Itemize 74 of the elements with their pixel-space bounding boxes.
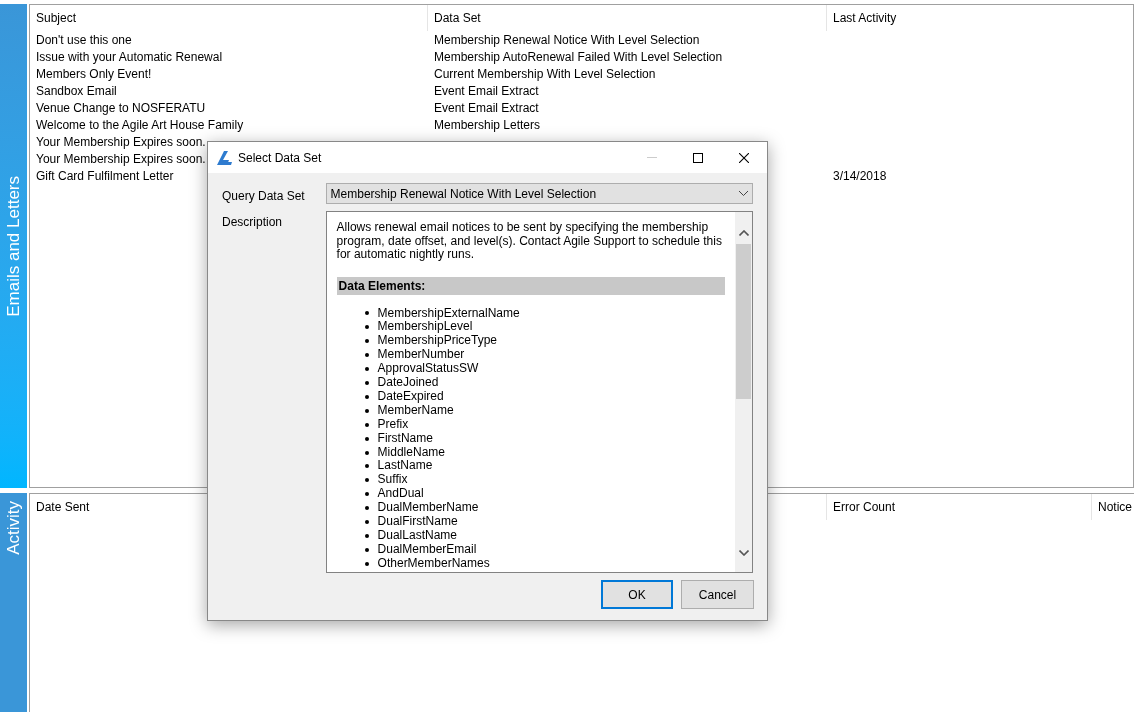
bullet-icon <box>364 436 369 441</box>
bullet-icon <box>364 339 369 344</box>
list-item-text: AndDual <box>377 487 424 502</box>
table-cell: Don't use this one <box>36 32 132 47</box>
bullet-icon <box>364 478 369 483</box>
close-icon[interactable] <box>739 152 749 163</box>
list-item-text: Suffix <box>377 473 408 488</box>
list-item-text: MembershipPriceType <box>377 334 497 349</box>
table-cell: Membership Letters <box>434 117 541 132</box>
table-cell: Welcome to the Agile Art House Family <box>36 117 244 132</box>
section-heading: Data Elements: <box>336 276 725 295</box>
bullet-icon <box>364 422 369 427</box>
bullet-icon <box>364 464 369 469</box>
table-cell: 3/14/2018 <box>833 168 887 183</box>
field-label: Description <box>222 214 284 231</box>
bullet-icon <box>364 533 369 538</box>
table-cell: Event Email Extract <box>434 83 539 98</box>
table-cell: Venue Change to NOSFERATU <box>36 100 206 115</box>
list-item-text: LastName <box>377 459 433 474</box>
table-cell: Membership Renewal Notice With Level Selection <box>434 32 700 47</box>
list-item-text: DualMemberName <box>377 501 479 516</box>
dialog-button[interactable]: OK <box>601 580 673 609</box>
column-header[interactable]: Data Set <box>428 5 827 31</box>
list-item-text: MiddleName <box>377 445 445 460</box>
list-item-text: DateJoined <box>377 376 439 390</box>
dialog-button[interactable]: Cancel <box>681 580 754 609</box>
bullet-icon <box>364 325 369 330</box>
table-cell: Gift Card Fulfilment Letter <box>36 168 174 183</box>
list-item-text: Prefix <box>377 417 409 432</box>
list-item-text: MemberName <box>377 403 454 418</box>
list-item-text: MembershipExternalName <box>377 306 520 321</box>
app-logo-icon <box>217 150 232 165</box>
bullet-icon <box>364 367 369 372</box>
table-cell: Your Membership Expires soon. <box>36 151 206 166</box>
bullet-icon <box>364 353 369 358</box>
list-item-text: MembershipLevel <box>377 320 473 335</box>
column-header[interactable]: Last Activity <box>827 5 1133 31</box>
table-cell: Your Membership Expires soon. <box>36 134 206 149</box>
table-cell: Sandbox Email <box>36 83 117 98</box>
column-header[interactable]: Notice <box>1092 494 1134 520</box>
list-item-text: ApprovalStatusSW <box>377 362 479 377</box>
description-text: Allows renewal email notices to be sent by specifying the membership program, date offset, and level(s). Contact Agile Support to schedule this for automatic nightly runs. <box>336 221 723 262</box>
bullet-icon <box>364 394 369 399</box>
list-item-text: DualFirstName <box>377 515 458 529</box>
table-cell: Issue with your Automatic Renewal <box>36 49 223 64</box>
bullet-icon <box>364 506 369 511</box>
list-item-text: DualMemberEmail <box>377 542 477 557</box>
table-cell: Membership AutoRenewal Failed With Level Selection <box>434 49 723 64</box>
scroll-down-icon[interactable] <box>738 550 749 556</box>
table-cell: Event Email Extract <box>434 100 539 115</box>
column-header[interactable]: Error Count <box>827 494 1092 520</box>
bullet-icon <box>364 547 369 552</box>
chevron-down-icon <box>739 191 748 196</box>
bullet-icon <box>364 450 369 455</box>
dataset-dropdown[interactable]: Membership Renewal Notice With Level Selection <box>325 183 753 204</box>
bullet-icon <box>364 408 369 413</box>
bullet-icon <box>364 561 369 566</box>
scrollbar[interactable] <box>735 212 752 572</box>
column-header[interactable]: Subject <box>30 5 428 31</box>
bullet-icon <box>364 520 369 525</box>
bullet-icon <box>364 311 369 316</box>
list-item-text: OtherMemberNames <box>377 556 490 571</box>
list-item-text: MemberNumber <box>377 348 465 363</box>
table-cell: Current Membership With Level Selection <box>434 66 656 81</box>
scroll-up-icon[interactable] <box>738 230 749 236</box>
bullet-icon <box>364 381 369 385</box>
field-label: Query Data Set <box>222 188 306 205</box>
bullet-icon <box>364 492 369 497</box>
list-item-text: DateExpired <box>377 389 444 404</box>
list-item-text: DualLastName <box>377 529 457 543</box>
scrollbar-thumb[interactable] <box>736 244 751 399</box>
table-cell: Members Only Event! <box>36 66 152 81</box>
list-item-text: FirstName <box>377 431 433 446</box>
dialog-title: Select Data Set <box>238 149 322 167</box>
